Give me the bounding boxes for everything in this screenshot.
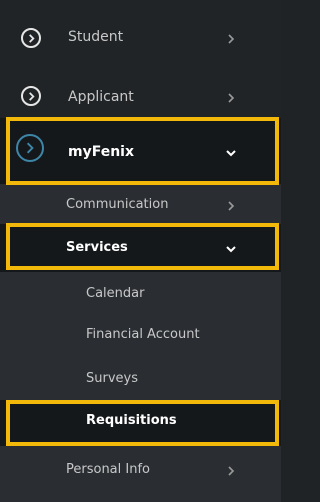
- menu-item-label: Applicant: [68, 89, 134, 105]
- menu-item-label: Calendar: [86, 286, 145, 301]
- chevron-right-icon: [228, 34, 235, 44]
- menu-item-personal-info[interactable]: Personal Info: [0, 446, 281, 502]
- menu-item-requisitions[interactable]: Requisitions: [0, 400, 281, 446]
- menu-item-label: Requisitions: [86, 413, 177, 428]
- menu-item-surveys[interactable]: Surveys: [0, 358, 281, 400]
- chevron-circle-right-icon: [21, 86, 41, 106]
- chevron-circle-right-icon: [21, 28, 41, 48]
- chevron-right-icon: [228, 93, 235, 103]
- menu-item-financial-account[interactable]: Financial Account: [0, 314, 281, 358]
- chevron-right-icon: [228, 466, 235, 476]
- menu-item-label: myFenix: [68, 144, 135, 160]
- menu-item-applicant[interactable]: Applicant: [0, 68, 281, 118]
- menu-item-student[interactable]: Student: [0, 10, 281, 66]
- menu-item-myfenix[interactable]: myFenix: [0, 118, 281, 184]
- side-menu: Student Applicant myFenix Communication …: [0, 0, 281, 502]
- menu-item-label: Financial Account: [86, 327, 200, 342]
- chevron-right-icon: [228, 201, 235, 211]
- chevron-down-icon: [226, 246, 236, 253]
- menu-item-label: Student: [68, 29, 124, 45]
- menu-item-communication[interactable]: Communication: [0, 184, 281, 224]
- menu-item-label: Surveys: [86, 371, 138, 386]
- menu-item-label: Personal Info: [66, 462, 150, 477]
- menu-item-calendar[interactable]: Calendar: [0, 272, 281, 314]
- menu-item-services[interactable]: Services: [0, 224, 281, 272]
- menu-item-label: Communication: [66, 197, 169, 212]
- chevron-down-icon: [226, 150, 236, 157]
- chevron-circle-right-icon: [16, 134, 44, 162]
- menu-item-label: Services: [66, 240, 128, 255]
